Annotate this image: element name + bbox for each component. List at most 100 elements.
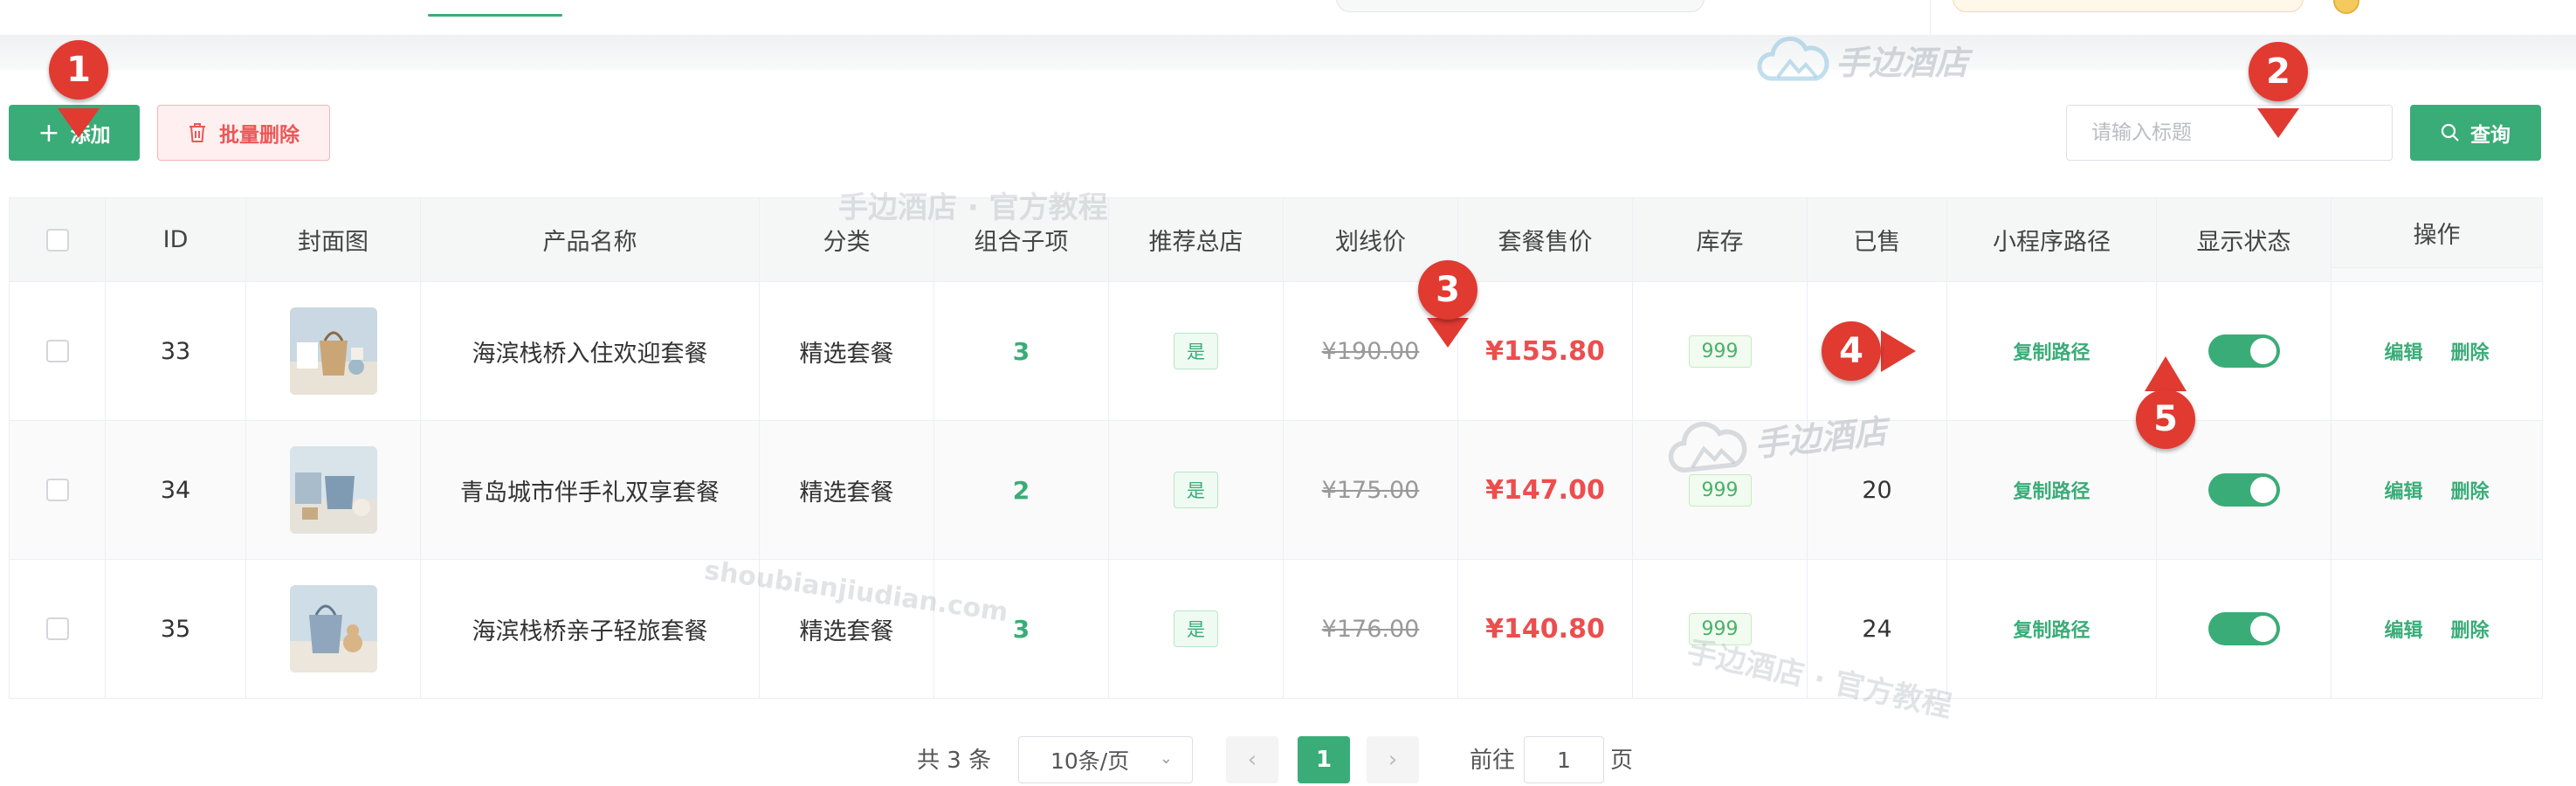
delete-link[interactable]: 删除 [2451, 337, 2490, 365]
header-recommend: 推荐总店 [1109, 198, 1284, 282]
query-button-label: 查询 [2470, 124, 2511, 147]
recommend-tag: 是 [1174, 610, 1218, 647]
recommend-tag: 是 [1174, 472, 1218, 508]
goto-page-input[interactable] [1524, 736, 1604, 783]
header-cover: 封面图 [246, 198, 421, 282]
row-list-price: ¥175.00 [1321, 476, 1420, 504]
copy-path-link[interactable]: 复制路径 [2013, 615, 2090, 643]
page-size-select[interactable]: 10条/页 ⌄ [1018, 736, 1193, 783]
delete-link[interactable]: 删除 [2451, 615, 2490, 643]
annotation-marker-4: 4 [1822, 321, 1881, 381]
sale-price-cell: ¥155.80 [1458, 282, 1633, 421]
row-checkbox[interactable] [45, 340, 69, 362]
list-price-cell: ¥176.00 [1284, 560, 1458, 698]
row-sub-items: 2 [1012, 475, 1030, 505]
row-product-name: 青岛城市伴手礼双享套餐 [421, 421, 760, 560]
search-icon [2441, 123, 2459, 141]
header-category: 分类 [760, 198, 934, 282]
annotation-arrow-1 [58, 108, 100, 138]
recommend-cell: 是 [1109, 560, 1284, 698]
chevron-down-icon: ⌄ [1159, 749, 1173, 768]
row-sub-items: 3 [1012, 336, 1030, 366]
edit-link[interactable]: 编辑 [2384, 476, 2422, 504]
recommend-cell: 是 [1109, 421, 1284, 560]
pagination-total: 共 3 条 [917, 748, 992, 774]
recommend-tag: 是 [1174, 333, 1218, 369]
top-notice-pill[interactable] [1953, 0, 2304, 12]
header-sale-price: 套餐售价 [1458, 198, 1633, 282]
header-mini-path: 小程序路径 [1947, 198, 2157, 282]
row-sale-price: ¥155.80 [1485, 335, 1605, 367]
stock-tag: 999 [1688, 473, 1752, 507]
trash-icon [189, 123, 205, 142]
row-id: 35 [106, 560, 246, 698]
path-cell: 复制路径 [1947, 560, 2157, 698]
query-button[interactable]: 查询 [2410, 105, 2541, 161]
recommend-cell: 是 [1109, 282, 1284, 421]
row-id: 34 [106, 421, 246, 560]
stock-cell: 999 [1633, 421, 1808, 560]
row-sold: 24 [1808, 560, 1947, 698]
row-checkbox[interactable] [45, 617, 69, 640]
row-id: 33 [106, 282, 246, 421]
header-id: ID [106, 198, 246, 282]
annotation-arrow-4 [1881, 330, 1916, 372]
row-sub-items: 3 [1012, 614, 1030, 644]
row-category: 精选套餐 [760, 560, 934, 698]
annotation-marker-3: 3 [1418, 260, 1477, 320]
edit-link[interactable]: 编辑 [2384, 337, 2422, 365]
prev-page-button[interactable]: ‹ [1226, 736, 1278, 783]
status-toggle[interactable] [2208, 473, 2280, 507]
sale-price-cell: ¥140.80 [1458, 560, 1633, 698]
stock-tag: 999 [1688, 612, 1752, 645]
row-sale-price: ¥140.80 [1485, 613, 1605, 645]
cover-cell [246, 560, 421, 698]
row-product-name: 海滨栈桥亲子轻旅套餐 [421, 560, 760, 698]
current-page-button[interactable]: 1 [1298, 736, 1350, 783]
row-list-price: ¥176.00 [1321, 615, 1420, 643]
row-checkbox-cell[interactable] [10, 421, 106, 560]
row-category: 精选套餐 [760, 282, 934, 421]
top-navigation-bar [0, 0, 2576, 35]
chevron-left-icon: ‹ [1247, 747, 1257, 773]
list-price-cell: ¥175.00 [1284, 421, 1458, 560]
annotation-arrow-3 [1427, 318, 1469, 348]
title-search-input[interactable] [2066, 105, 2393, 161]
annotation-arrow-5 [2145, 356, 2187, 391]
pagination: 共 3 条 10条/页 ⌄ ‹ 1 › 前往 页 [0, 732, 2576, 784]
row-list-price: ¥190.00 [1321, 337, 1420, 365]
annotation-marker-1: 1 [49, 40, 108, 100]
edit-link[interactable]: 编辑 [2384, 615, 2422, 643]
batch-delete-label: 批量删除 [219, 124, 300, 147]
header-stock: 库存 [1633, 198, 1808, 282]
row-checkbox[interactable] [45, 479, 69, 501]
delete-link[interactable]: 删除 [2451, 476, 2490, 504]
cover-image[interactable] [289, 446, 377, 534]
select-all-checkbox[interactable] [45, 228, 69, 252]
actions-cell: 编辑 删除 [2331, 421, 2542, 560]
cover-image[interactable] [289, 585, 377, 672]
next-page-button[interactable]: › [1367, 736, 1419, 783]
sub-items-cell: 2 [934, 421, 1109, 560]
header-select-all[interactable] [10, 198, 106, 282]
copy-path-link[interactable]: 复制路径 [2013, 476, 2090, 504]
cover-cell [246, 421, 421, 560]
batch-delete-button[interactable]: 批量删除 [157, 105, 330, 161]
page-size-value: 10条/页 [1050, 748, 1130, 774]
status-cell [2157, 560, 2331, 698]
top-divider [1930, 0, 1931, 35]
row-checkbox-cell[interactable] [10, 560, 106, 698]
actions-cell: 编辑 删除 [2331, 282, 2542, 421]
copy-path-link[interactable]: 复制路径 [2013, 337, 2090, 365]
top-search-pill[interactable] [1336, 0, 1705, 12]
cover-cell [246, 282, 421, 421]
path-cell: 复制路径 [1947, 282, 2157, 421]
status-toggle[interactable] [2208, 612, 2280, 645]
header-status: 显示状态 [2157, 198, 2331, 282]
annotation-marker-5: 5 [2136, 390, 2195, 449]
plus-icon: + [38, 117, 60, 148]
user-avatar[interactable] [2333, 0, 2359, 14]
row-checkbox-cell[interactable] [10, 282, 106, 421]
status-toggle[interactable] [2208, 334, 2280, 368]
cover-image[interactable] [289, 307, 377, 395]
